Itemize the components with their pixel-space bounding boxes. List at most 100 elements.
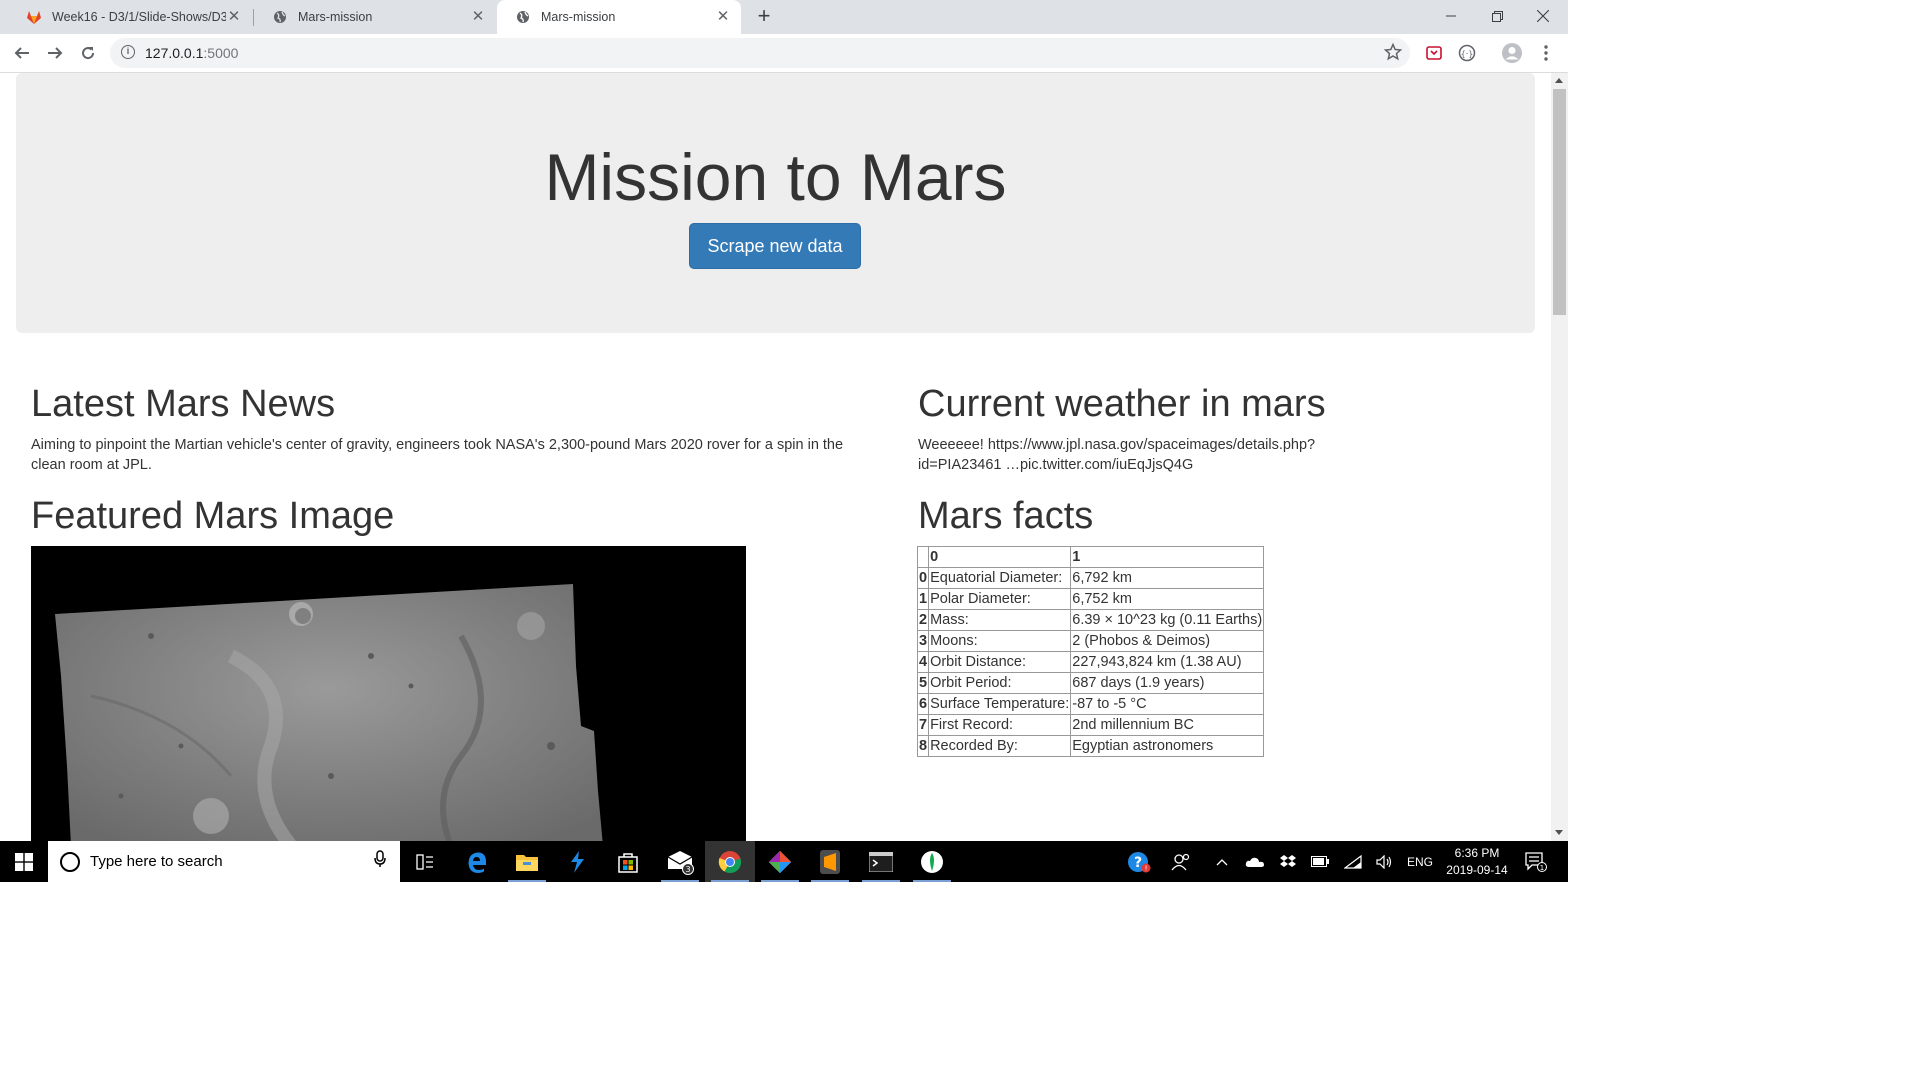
close-icon[interactable]: ✕ (470, 9, 486, 25)
mail-badge: 3 (685, 865, 690, 874)
page-scrollbar[interactable] (1551, 73, 1568, 841)
dropbox-icon[interactable] (1276, 841, 1300, 882)
clock-time: 6:36 PM (1454, 846, 1500, 860)
url-port: :5000 (203, 45, 239, 61)
table-row: 5 Orbit Period: 687 days (1.9 years) (916, 672, 1265, 694)
table-header-index (916, 546, 930, 568)
back-arrow-icon[interactable] (8, 39, 36, 67)
mail-icon[interactable]: 3 (655, 841, 705, 882)
page-title: Mission to Mars (544, 140, 1007, 214)
minimize-icon[interactable] (1428, 0, 1474, 32)
close-icon[interactable]: ✕ (715, 9, 731, 25)
table-row: 1 Polar Diameter: 6,752 km (916, 588, 1265, 610)
gitlab-fox-icon (26, 9, 42, 25)
restore-icon[interactable] (1474, 0, 1520, 32)
fact-label: Orbit Distance: (928, 651, 1072, 673)
row-index: 6 (916, 693, 930, 715)
mongodb-compass-icon[interactable] (907, 841, 957, 882)
language-indicator[interactable]: ENG (1404, 841, 1436, 882)
table-row: 2 Mass: 6.39 × 10^23 kg (0.11 Earths) (916, 609, 1265, 631)
row-index: 8 (916, 735, 930, 757)
featured-image-heading: Featured Mars Image (31, 495, 395, 537)
search-placeholder: Type here to search (90, 853, 223, 870)
pocket-extension-icon[interactable] (1420, 39, 1448, 67)
clock-date: 2019-09-14 (1446, 863, 1508, 877)
table-header-row: 0 1 (916, 546, 1265, 568)
scroll-up-arrow-icon[interactable] (1555, 78, 1563, 83)
fact-value: 6,752 km (1070, 588, 1265, 610)
kebab-menu-icon[interactable] (1532, 39, 1560, 67)
gitkraken-icon[interactable] (755, 841, 805, 882)
fact-value: 6,792 km (1070, 567, 1265, 589)
chrome-browser-icon[interactable] (705, 841, 755, 882)
fact-label: First Record: (928, 714, 1072, 736)
tab-title: Mars-mission (541, 10, 616, 24)
windows-start-icon[interactable] (0, 841, 48, 882)
mars-facts-table: 0 1 0 Equatorial Diameter: 6,792 km 1 Polar … (916, 546, 1265, 757)
globe-icon (515, 9, 531, 25)
table-row: 3 Moons: 2 (Phobos & Deimos) (916, 630, 1265, 652)
battery-icon[interactable] (1308, 841, 1332, 882)
fact-value: Egyptian astronomers (1070, 735, 1265, 757)
help-icon[interactable]: ?! (1122, 841, 1156, 882)
table-row: 6 Surface Temperature: -87 to -5 °C (916, 693, 1265, 715)
reload-icon[interactable] (74, 39, 102, 67)
fact-label: Surface Temperature: (928, 693, 1072, 715)
scrape-new-data-button[interactable]: Scrape new data (689, 223, 861, 269)
tab-strip: Week16 - D3/1/Slide-Shows/D3M ✕ Mars-mis… (0, 0, 1568, 34)
notification-badge: 1 (1540, 864, 1544, 872)
notification-center-icon[interactable]: 1 (1520, 841, 1552, 882)
row-index: 0 (916, 567, 930, 589)
svg-text:{·}: {·} (1461, 50, 1474, 59)
address-bar[interactable]: i 127.0.0.1:5000 (110, 38, 1410, 68)
fact-value: 6.39 × 10^23 kg (0.11 Earths) (1070, 609, 1265, 631)
wifi-icon[interactable] (1340, 841, 1366, 882)
volume-icon[interactable] (1372, 841, 1398, 882)
new-tab-button[interactable]: + (752, 4, 776, 28)
microphone-icon[interactable] (374, 850, 386, 873)
table-header-col-1: 1 (1070, 546, 1265, 568)
chevron-up-icon[interactable] (1210, 841, 1234, 882)
scroll-thumb[interactable] (1553, 89, 1566, 315)
tab-week16[interactable]: Week16 - D3/1/Slide-Shows/D3M ✕ (8, 0, 252, 34)
sublime-text-icon[interactable] (805, 841, 855, 882)
people-icon[interactable] (1166, 841, 1196, 882)
extension-icon[interactable]: {·} (1453, 39, 1481, 67)
terminal-icon[interactable] (856, 841, 906, 882)
table-row: 0 Equatorial Diameter: 6,792 km (916, 567, 1265, 589)
edge-browser-icon[interactable] (452, 841, 502, 882)
page-content: Mission to Mars Scrape new data Latest M… (0, 73, 1551, 841)
scroll-down-arrow-icon[interactable] (1555, 830, 1563, 835)
globe-icon (272, 9, 288, 25)
jumbotron: Mission to Mars Scrape new data (16, 73, 1535, 333)
file-explorer-icon[interactable] (502, 841, 552, 882)
profile-avatar-icon[interactable] (1498, 39, 1526, 67)
task-view-icon[interactable] (400, 841, 450, 882)
microsoft-store-icon[interactable] (603, 841, 653, 882)
taskbar-search-box[interactable]: Type here to search (48, 841, 400, 882)
fact-value: 227,943,824 km (1.38 AU) (1070, 651, 1265, 673)
bookmark-star-icon[interactable] (1383, 42, 1403, 66)
tab-mars-mission-1[interactable]: Mars-mission ✕ (254, 0, 496, 34)
table-row: 4 Orbit Distance: 227,943,824 km (1.38 AU) (916, 651, 1265, 673)
fact-label: Moons: (928, 630, 1072, 652)
system-clock[interactable]: 6:36 PM 2019-09-14 (1437, 845, 1517, 879)
forward-arrow-icon[interactable] (41, 39, 69, 67)
table-row: 7 First Record: 2nd millennium BC (916, 714, 1265, 736)
onedrive-cloud-icon[interactable] (1242, 841, 1268, 882)
window-close-icon[interactable] (1520, 0, 1566, 32)
visual-studio-code-icon[interactable] (552, 841, 602, 882)
weather-line-1: Weeeeee! https://www.jpl.nasa.gov/spacei… (918, 437, 1316, 453)
facts-heading: Mars facts (918, 495, 1094, 537)
info-icon[interactable]: i (121, 45, 135, 59)
fact-label: Polar Diameter: (928, 588, 1072, 610)
url-text[interactable]: 127.0.0.1:5000 (145, 45, 238, 61)
tab-mars-mission-active[interactable]: Mars-mission ✕ (497, 0, 741, 34)
fact-label: Mass: (928, 609, 1072, 631)
svg-text:!: ! (1145, 864, 1148, 872)
table-header-col-0: 0 (928, 546, 1072, 568)
fact-value: -87 to -5 °C (1070, 693, 1265, 715)
row-index: 3 (916, 630, 930, 652)
close-icon[interactable]: ✕ (226, 9, 242, 25)
weather-heading: Current weather in mars (918, 383, 1326, 425)
